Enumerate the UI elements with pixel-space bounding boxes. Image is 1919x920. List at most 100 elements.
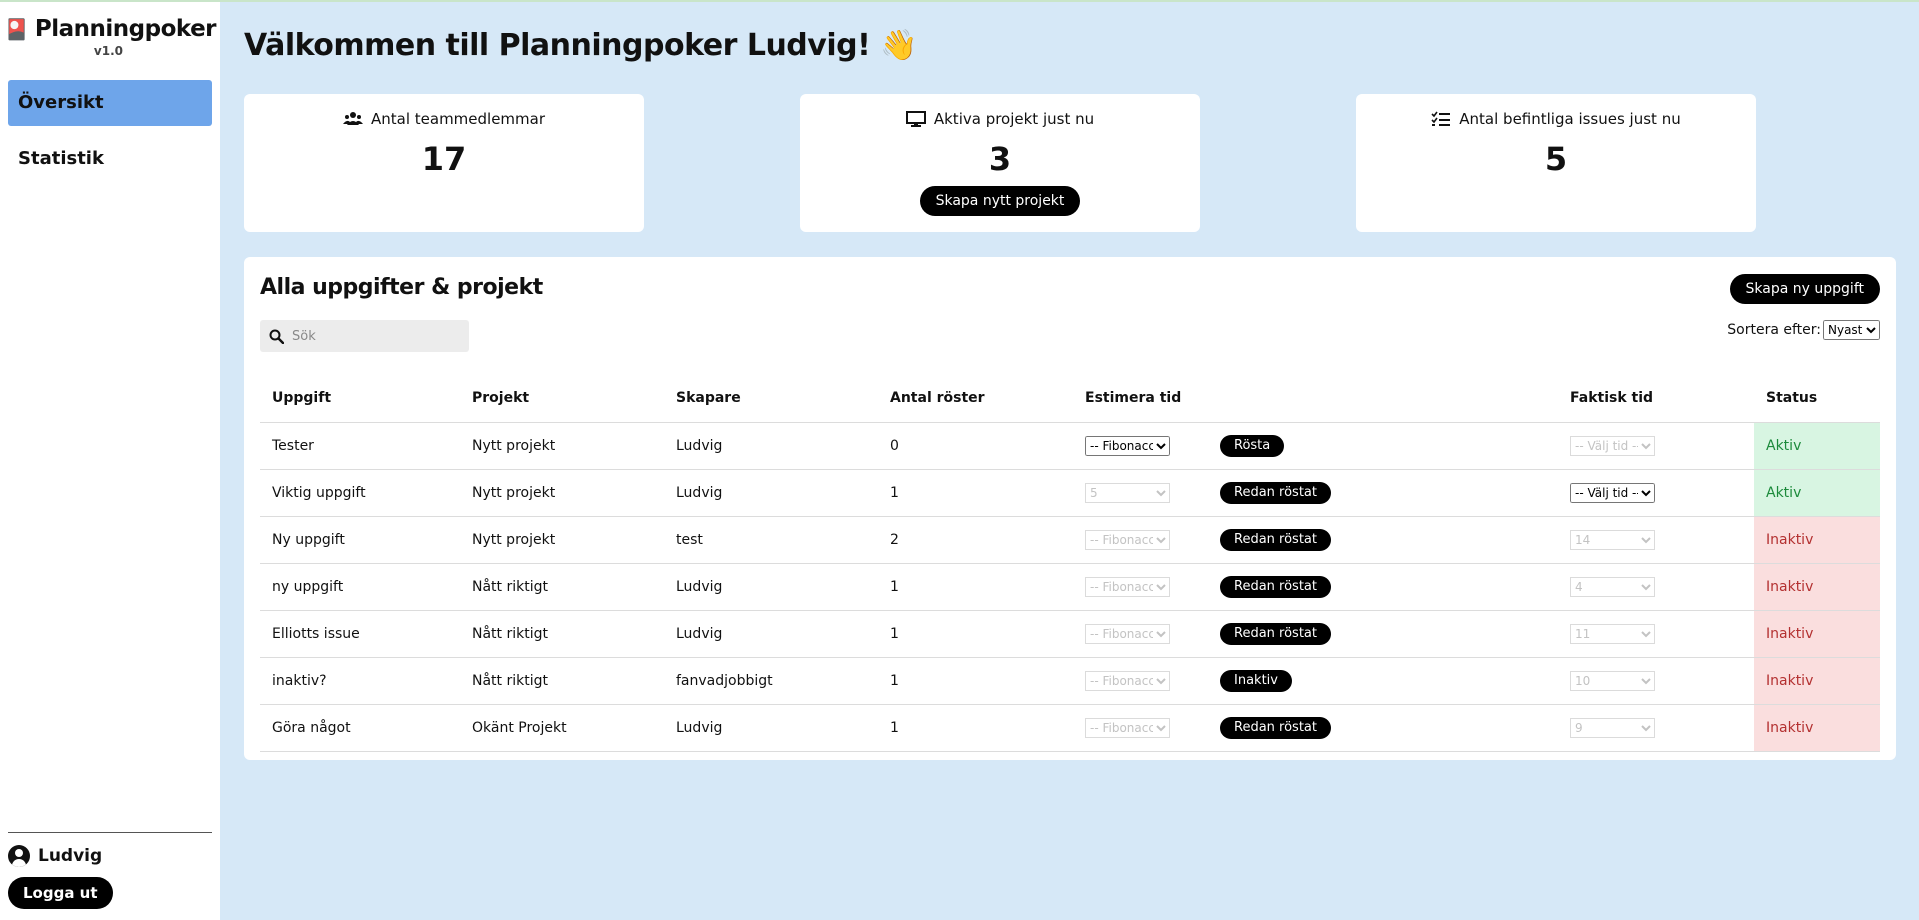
cell-project: Nått riktigt [460, 656, 664, 704]
table-row: inaktiv? Nått riktigt fanvadjobbigt 1 -- Fib… [260, 656, 1880, 704]
estimate-select[interactable]: -- Fibonacci -- [1085, 623, 1170, 644]
column-header-votes: Antal röster [890, 390, 985, 407]
cell-votes: 1 [878, 562, 1073, 610]
actual-time-select[interactable]: 10 [1570, 670, 1655, 691]
tasks-title: Alla uppgifter & projekt [260, 275, 543, 300]
column-header-creator: Skapare [676, 390, 741, 407]
cell-actual-time: 11 [1558, 609, 1754, 657]
actual-time-select[interactable]: 4 [1570, 576, 1655, 597]
actual-time-select[interactable]: 9 [1570, 717, 1655, 738]
vote-button[interactable]: Redan röstat [1220, 622, 1331, 645]
vote-button[interactable]: Redan röstat [1220, 716, 1331, 739]
cell-action: Inaktiv [1208, 656, 1558, 704]
cell-actual-time: -- Välj tid -- [1558, 468, 1754, 516]
cell-task: Elliotts issue [260, 609, 460, 657]
create-task-button[interactable]: Skapa ny uppgift [1729, 274, 1880, 304]
actual-time-select[interactable]: 14 [1570, 529, 1655, 550]
vote-button[interactable]: Rösta [1220, 434, 1285, 457]
status-badge: Aktiv [1754, 468, 1880, 516]
sidebar: 🎴 Planningpoker v1.0 Översikt Statistik … [0, 2, 220, 920]
column-header-action [1208, 375, 1558, 422]
estimate-select[interactable]: -- Fibonacci -- [1085, 670, 1170, 691]
cell-creator: Ludvig [664, 421, 878, 469]
status-badge: Inaktiv [1754, 703, 1880, 752]
cell-task: Viktig uppgift [260, 468, 460, 516]
main-content: Välkommen till Planningpoker Ludvig! 👋 A… [220, 2, 1919, 920]
sort-select[interactable]: Nyast [1823, 320, 1880, 340]
cell-estimate: -- Fibonacci -- [1073, 562, 1208, 610]
table-row: Elliotts issue Nått riktigt Ludvig 1 -- Fibo… [260, 609, 1880, 657]
users-icon [342, 112, 363, 125]
vote-button[interactable]: Redan röstat [1220, 575, 1331, 598]
cell-task: Tester [260, 421, 460, 469]
cell-creator: Ludvig [664, 468, 878, 516]
sort-label: Sortera efter: [1727, 322, 1821, 338]
cell-estimate: -- Fibonacci -- [1073, 703, 1208, 752]
cell-estimate: -- Fibonacci -- [1073, 515, 1208, 563]
current-user: Ludvig [8, 845, 212, 867]
search-input[interactable] [292, 328, 462, 344]
vote-button[interactable]: Redan röstat [1220, 481, 1331, 504]
column-header-project: Projekt [472, 390, 530, 407]
app-version: v1.0 [93, 44, 123, 58]
table-row: Viktig uppgift Nytt projekt Ludvig 1 5 Redan … [260, 468, 1880, 516]
create-project-button[interactable]: Skapa nytt projekt [919, 186, 1081, 216]
cell-estimate: -- Fibonacci -- [1073, 609, 1208, 657]
cell-votes: 2 [878, 515, 1073, 563]
cell-project: Nytt projekt [460, 468, 664, 516]
cell-actual-time: 14 [1558, 515, 1754, 563]
user-name: Ludvig [38, 846, 103, 866]
table-row: Tester Nytt projekt Ludvig 0 -- Fibonacci --… [260, 421, 1880, 469]
cell-action: Rösta [1208, 421, 1558, 469]
cell-creator: Ludvig [664, 609, 878, 657]
cell-task: Ny uppgift [260, 515, 460, 563]
search-box [260, 320, 469, 352]
estimate-select[interactable]: -- Fibonacci -- [1085, 435, 1170, 456]
page-title: Välkommen till Planningpoker Ludvig! 👋 [244, 28, 918, 63]
monitor-icon [905, 111, 926, 127]
status-badge: Inaktiv [1754, 515, 1880, 563]
card-value: 5 [1544, 140, 1568, 178]
cell-action: Redan röstat [1208, 515, 1558, 563]
cell-action: Redan röstat [1208, 468, 1558, 516]
cell-estimate: -- Fibonacci -- [1073, 421, 1208, 469]
estimate-select[interactable]: -- Fibonacci -- [1085, 717, 1170, 738]
vote-button[interactable]: Inaktiv [1220, 669, 1292, 692]
sidebar-footer: Ludvig Logga ut [8, 832, 212, 920]
cell-creator: Ludvig [664, 703, 878, 752]
cell-action: Redan röstat [1208, 703, 1558, 752]
cell-action: Redan röstat [1208, 562, 1558, 610]
card-label: Antal befintliga issues just nu [1459, 110, 1681, 128]
vote-button[interactable]: Redan röstat [1220, 528, 1331, 551]
table-body: Tester Nytt projekt Ludvig 0 -- Fibonacci --… [260, 421, 1880, 752]
actual-time-select[interactable]: -- Välj tid -- [1570, 482, 1655, 503]
sidebar-nav: Översikt Statistik [0, 80, 220, 182]
sidebar-item-statistik[interactable]: Statistik [8, 136, 212, 182]
cell-project: Nått riktigt [460, 562, 664, 610]
estimate-select[interactable]: 5 [1085, 482, 1170, 503]
estimate-select[interactable]: -- Fibonacci -- [1085, 529, 1170, 550]
sort-control: Sortera efter: Nyast [1727, 320, 1880, 340]
cell-actual-time: 4 [1558, 562, 1754, 610]
stat-card-team-members: Antal teammedlemmar 17 [244, 94, 644, 232]
stat-card-issues: Antal befintliga issues just nu 5 [1356, 94, 1756, 232]
search-icon [269, 329, 284, 344]
estimate-select[interactable]: -- Fibonacci -- [1085, 576, 1170, 597]
cell-actual-time: 9 [1558, 703, 1754, 752]
actual-time-select[interactable]: -- Välj tid -- [1570, 435, 1655, 456]
status-badge: Aktiv [1754, 421, 1880, 469]
cell-estimate: 5 [1073, 468, 1208, 516]
card-value: 17 [421, 140, 467, 178]
card-value: 3 [988, 140, 1012, 178]
cell-task: inaktiv? [260, 656, 460, 704]
stat-card-active-projects: Aktiva projekt just nu 3 Skapa nytt proj… [800, 94, 1200, 232]
cell-task: ny uppgift [260, 562, 460, 610]
cell-project: Okänt Projekt [460, 703, 664, 752]
actual-time-select[interactable]: 11 [1570, 623, 1655, 644]
status-badge: Inaktiv [1754, 562, 1880, 610]
sidebar-item-oversikt[interactable]: Översikt [8, 80, 212, 126]
status-badge: Inaktiv [1754, 656, 1880, 704]
logout-button[interactable]: Logga ut [8, 877, 113, 909]
tasks-table: Uppgift Projekt Skapare Antal röster Est… [260, 375, 1880, 752]
brand: 🎴 Planningpoker [0, 2, 220, 42]
